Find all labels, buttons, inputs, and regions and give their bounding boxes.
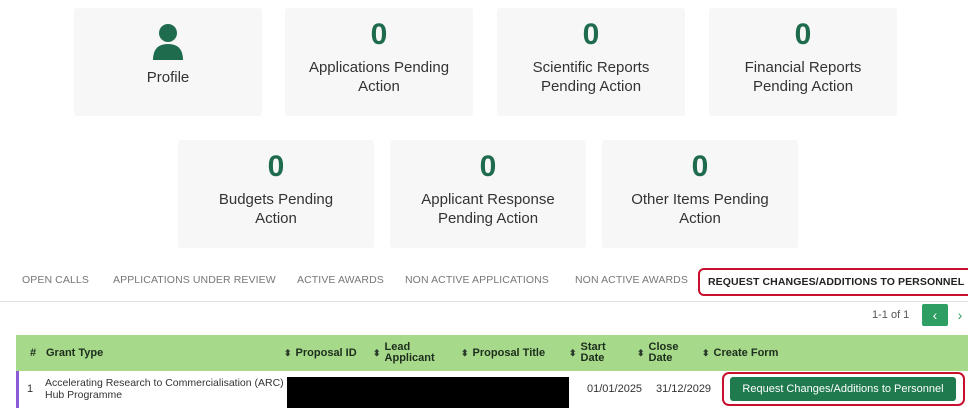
row-start-date: 01/01/2025 (587, 383, 643, 395)
row-close-date: 31/12/2029 (656, 383, 712, 395)
other-items-tile[interactable]: 0 Other Items Pending Action (602, 140, 798, 248)
financial-reports-tile[interactable]: 0 Financial Reports Pending Action (709, 8, 897, 116)
sort-icon: ⬍ (637, 347, 645, 358)
tile-count: 0 (370, 18, 388, 51)
redacted-block (287, 377, 569, 408)
user-icon (153, 24, 183, 60)
next-page-button[interactable]: › (952, 304, 968, 326)
tile-label: Budgets Pending Action (218, 191, 334, 227)
request-changes-button[interactable]: Request Changes/Additions to Personnel (730, 377, 956, 401)
chevron-left-icon: ‹ (932, 307, 938, 323)
applicant-response-tile[interactable]: 0 Applicant Response Pending Action (390, 140, 586, 248)
tab-non-active-applications[interactable]: NON ACTIVE APPLICATIONS (405, 274, 549, 286)
column-header-grant-type[interactable]: Grant Type (46, 335, 103, 371)
column-header-proposal-title[interactable]: ⬍ Proposal Title (461, 335, 545, 371)
tile-label: Applications Pending Action (308, 59, 450, 95)
column-header-index: # (30, 346, 37, 359)
column-header-create-form[interactable]: ⬍ Create Form (702, 335, 778, 371)
scientific-reports-tile[interactable]: 0 Scientific Reports Pending Action (497, 8, 685, 116)
tile-count: 0 (794, 18, 812, 51)
tab-request-changes-personnel[interactable]: REQUEST CHANGES/ADDITIONS TO PERSONNEL (698, 268, 968, 296)
table-header: # Grant Type ⬍ Proposal ID ⬍ Lead Applic… (16, 335, 968, 371)
column-header-lead-applicant[interactable]: ⬍ Lead Applicant (373, 335, 437, 371)
sort-icon: ⬍ (284, 347, 292, 358)
column-header-close-date[interactable]: ⬍ Close Date (637, 335, 679, 371)
sort-icon: ⬍ (569, 347, 577, 358)
tile-count: 0 (267, 150, 285, 183)
tile-count: 0 (691, 150, 709, 183)
tile-label: Other Items Pending Action (631, 191, 769, 227)
tab-bar: OPEN CALLS APPLICATIONS UNDER REVIEW ACT… (0, 262, 968, 302)
prev-page-button[interactable]: ‹ (922, 304, 948, 326)
tab-non-active-awards[interactable]: NON ACTIVE AWARDS (575, 274, 688, 286)
tile-label: Applicant Response Pending Action (421, 191, 555, 227)
budgets-pending-tile[interactable]: 0 Budgets Pending Action (178, 140, 374, 248)
tile-label: Profile (146, 69, 190, 86)
tile-label: Scientific Reports Pending Action (532, 59, 650, 95)
table-row: 1 Accelerating Research to Commercialisa… (16, 371, 968, 408)
tab-active-awards[interactable]: ACTIVE AWARDS (297, 274, 384, 286)
column-header-proposal-id[interactable]: ⬍ Proposal ID (284, 335, 357, 371)
sort-icon: ⬍ (461, 347, 469, 358)
chevron-right-icon: › (957, 307, 963, 323)
pagination-text: 1-1 of 1 (872, 309, 910, 321)
row-grant-type: Accelerating Research to Commercialisati… (45, 377, 284, 401)
applications-pending-tile[interactable]: 0 Applications Pending Action (285, 8, 473, 116)
tile-label: Financial Reports Pending Action (744, 59, 862, 95)
tab-open-calls[interactable]: OPEN CALLS (22, 274, 89, 286)
column-header-start-date[interactable]: ⬍ Start Date (569, 335, 611, 371)
profile-tile[interactable]: Profile (74, 8, 262, 116)
row-index: 1 (27, 383, 34, 395)
sort-icon: ⬍ (373, 347, 381, 358)
sort-icon: ⬍ (702, 347, 710, 358)
tile-count: 0 (582, 18, 600, 51)
tab-applications-under-review[interactable]: APPLICATIONS UNDER REVIEW (113, 274, 276, 286)
tile-count: 0 (479, 150, 497, 183)
